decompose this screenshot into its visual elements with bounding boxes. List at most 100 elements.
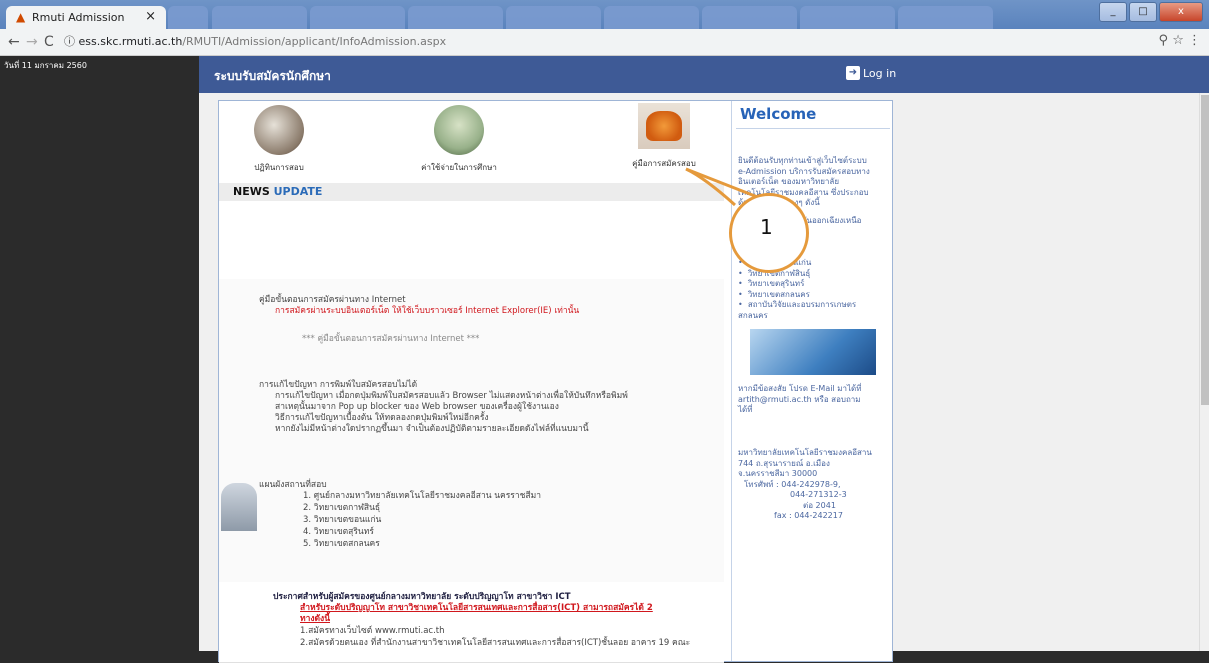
main-container: ปฏิทินการสอบ ค่าใช้จ่ายในการศึกษา คู่มือ… <box>218 100 893 663</box>
news-box <box>219 201 724 280</box>
url-path: /RMUTI/Admission/applicant/InfoAdmission… <box>182 35 447 48</box>
maximize-button[interactable]: □ <box>1129 2 1157 22</box>
problem-line: วิธีการแก้ไขปัญหาเบื้องต้น ให้ทดลองกดปุ่… <box>275 413 489 423</box>
scrollbar-thumb[interactable] <box>1201 95 1209 405</box>
tab-blurred-4[interactable] <box>506 6 601 29</box>
menu-item-exam-calendar[interactable]: ปฏิทินการสอบ <box>229 105 329 174</box>
calendar-image-icon <box>254 105 304 155</box>
building-image <box>221 483 257 531</box>
reload-icon[interactable]: C <box>44 34 54 50</box>
section-heading: การแก้ไขปัญหา การพิมพ์ใบสมัครสอบไม่ได้ <box>259 380 418 390</box>
campus-name: วิทยาเขตสุรินทร์ <box>747 279 805 288</box>
guide-link[interactable]: *** คู่มือขั้นตอนการสมัครผ่านทาง Interne… <box>302 334 479 346</box>
tab-blurred-8[interactable] <box>898 6 993 29</box>
campus-item: • สถาบันวิจัยและอบรมการเกษตร <box>738 300 857 309</box>
intro-line: อินเตอร์เน็ต ของมหาวิทยาลัย <box>738 177 839 186</box>
campus-name: วิทยาเขตสกลนคร <box>747 289 810 299</box>
favicon-icon: ▲ <box>16 10 26 24</box>
left-panel: วันที่ 11 มกราคม 2560 <box>0 56 199 651</box>
page-scrollbar[interactable] <box>1199 93 1209 651</box>
news-word: NEWS <box>233 185 270 198</box>
menu-item-label: ปฏิทินการสอบ <box>254 163 304 172</box>
intro-line: ยินดีต้อนรับทุกท่านเข้าสู่เว็บไซต์ระบบ <box>738 156 867 165</box>
menu-item-label: ค่าใช้จ่ายในการศึกษา <box>421 163 497 172</box>
tab-blurred-6[interactable] <box>702 6 797 29</box>
welcome-sidebar: Welcome ยินดีต้อนรับทุกท่านเข้าสู่เว็บไซ… <box>731 101 892 661</box>
ict-line: 1.สมัครทางเว็บไซต์ www.rmuti.ac.th <box>300 626 445 636</box>
contact-line: หากมีข้อสงสัย โปรด E-Mail มาได้ที่ <box>738 384 862 393</box>
tab-blurred-1[interactable] <box>212 6 307 29</box>
contact-line: artith@rmuti.ac.th หรือ สอบถาม <box>738 394 861 404</box>
attachment-link[interactable]: หากยังไม่มีหน้าต่างใดปรากฏขึ้นมา จำเป็นต… <box>275 424 589 436</box>
problem-line: การแก้ไขปัญหา เมื่อกดปุ่มพิมพ์ใบสมัครสอบ… <box>275 391 628 401</box>
ict-line: 2.สมัครด้วยตนเอง ที่สำนักงานสาขาวิชาเทคโ… <box>300 638 691 648</box>
browser-titlebar: ▲ Rmuti Admission × _ □ x <box>0 0 1209 29</box>
phone-line: 044-271312-3 <box>790 490 847 499</box>
money-image-icon <box>434 105 484 155</box>
new-tab-button[interactable] <box>168 6 208 29</box>
login-label: Log in <box>863 66 897 80</box>
section-application-guide: คู่มือขั้นตอนการสมัครผ่านทาง Internet กา… <box>219 279 724 366</box>
campus-item: สกลนคร <box>738 310 768 320</box>
guide-image-icon <box>638 103 690 149</box>
back-icon[interactable]: ← <box>8 34 20 50</box>
section-heading: คู่มือขั้นตอนการสมัครผ่านทาง Internet <box>259 295 406 305</box>
section-heading: แผนผังสถานที่สอบ <box>259 480 327 490</box>
problem-line: สาเหตุนั้นมาจาก Pop up blocker ของ Web b… <box>275 402 559 412</box>
url-field[interactable]: ⓘ ess.skc.rmuti.ac.th/RMUTI/Admission/ap… <box>64 33 446 49</box>
section-print-problem: การแก้ไขปัญหา การพิมพ์ใบสมัครสอบไม่ได้ ก… <box>219 365 724 469</box>
phone-line: ต่อ 2041 <box>803 500 836 510</box>
address-line: จ.นครราชสีมา 30000 <box>738 469 818 478</box>
menu-dots-icon[interactable]: ⋮ <box>1188 33 1201 48</box>
map-link[interactable]: 3. วิทยาเขตขอนแก่น <box>303 515 381 527</box>
bookmark-star-icon[interactable]: ☆ <box>1172 33 1184 48</box>
tab-blurred-3[interactable] <box>408 6 503 29</box>
tab-rmuti-admission[interactable]: ▲ Rmuti Admission × <box>6 6 166 29</box>
menu-item-application-guide[interactable]: คู่มือการสมัครสอบ <box>604 101 724 170</box>
section-exam-map: แผนผังสถานที่สอบ 1. ศูนย์กลางมหาวิทยาลัย… <box>219 468 724 583</box>
date-label: วันที่ 11 มกราคม 2560 <box>4 61 87 70</box>
tab-blurred-7[interactable] <box>800 6 895 29</box>
ict-red-line: ทางดังนี้ <box>300 614 331 624</box>
news-update-header: NEWS UPDATE <box>219 183 724 201</box>
zoom-icon[interactable]: ⚲ <box>1159 33 1169 48</box>
map-link[interactable]: 4. วิทยาเขตสุรินทร์ <box>303 527 374 539</box>
minimize-button[interactable]: _ <box>1099 2 1127 22</box>
menu-item-tuition-costs[interactable]: ค่าใช้จ่ายในการศึกษา <box>404 105 514 174</box>
contact-line: ได้ที่ <box>738 405 753 414</box>
url-host: ess.skc.rmuti.ac.th <box>78 35 183 48</box>
tab-close-icon[interactable]: × <box>145 9 156 24</box>
tab-blurred-5[interactable] <box>604 6 699 29</box>
ict-red-line: สำหรับระดับปริญญาโท สาขาวิชาเทคโนโลยีสาร… <box>300 603 653 613</box>
map-link[interactable]: 2. วิทยาเขตกาฬสินธุ์ <box>303 503 380 515</box>
update-word: UPDATE <box>273 185 323 198</box>
section-heading: ประกาศสำหรับผู้สมัครของศูนย์กลางมหาวิทยา… <box>273 592 571 602</box>
campus-item: • วิทยาเขตสกลนคร <box>738 289 810 299</box>
map-link[interactable]: 5. วิทยาเขตสกลนคร <box>303 539 380 551</box>
info-icon[interactable]: ⓘ <box>64 35 75 48</box>
phone-line: โทรศัพท์ : 044-242978-9, <box>744 479 841 489</box>
address-bar: ← → C ⓘ ess.skc.rmuti.ac.th/RMUTI/Admiss… <box>0 29 1209 56</box>
site-title: ระบบรับสมัครนักศึกษา <box>214 69 331 83</box>
site-header: ระบบรับสมัครนักศึกษา ➜ Log in <box>199 56 1209 93</box>
campus-item: • วิทยาเขตสุรินทร์ <box>738 279 805 288</box>
fax-line: fax : 044-242217 <box>774 511 843 520</box>
annotation-number: 1 <box>760 215 773 239</box>
campus-building-image <box>750 329 876 375</box>
close-window-button[interactable]: x <box>1159 2 1203 22</box>
window-controls: _ □ x <box>1099 2 1203 22</box>
contact-info: หากมีข้อสงสัย โปรด E-Mail มาได้ที่ artit… <box>738 384 888 416</box>
divider <box>736 128 890 129</box>
address-line: มหาวิทยาลัยเทคโนโลยีราชมงคลอีสาน <box>738 448 872 457</box>
forward-icon[interactable]: → <box>26 34 38 50</box>
intro-line: e-Admission บริการรับสมัครสอบทาง <box>738 166 870 176</box>
ie-warning: การสมัครผ่านระบบอินเตอร์เน็ต ให้ใช้เว็บบ… <box>275 306 580 316</box>
address-line: 744 ถ.สุรนารายณ์ อ.เมือง <box>738 458 830 468</box>
map-link[interactable]: 1. ศูนย์กลางมหาวิทยาลัยเทคโนโลยีราชมงคลอ… <box>303 491 541 503</box>
campus-name: สถาบันวิจัยและอบรมการเกษตร <box>747 300 857 309</box>
menu-item-label: คู่มือการสมัครสอบ <box>632 159 696 168</box>
tab-blurred-2[interactable] <box>310 6 405 29</box>
menu-icons: ปฏิทินการสอบ ค่าใช้จ่ายในการศึกษา คู่มือ… <box>219 101 724 183</box>
login-link[interactable]: ➜ Log in <box>846 66 896 80</box>
main-content: ปฏิทินการสอบ ค่าใช้จ่ายในการศึกษา คู่มือ… <box>219 101 724 663</box>
